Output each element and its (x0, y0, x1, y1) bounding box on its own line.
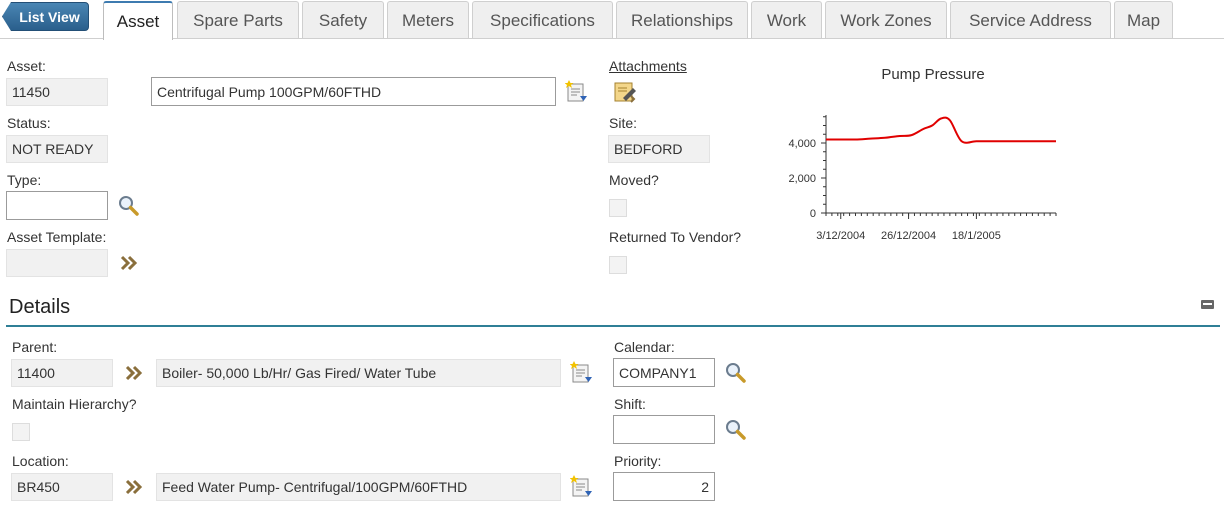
details-section-divider (6, 325, 1220, 327)
shift-label: Shift: (614, 396, 646, 412)
parent-label: Parent: (12, 339, 58, 355)
priority-label: Priority: (614, 453, 662, 469)
shift-field[interactable] (613, 415, 715, 444)
chart-x-tick-label: 3/12/2004 (816, 230, 865, 242)
returned-to-vendor-label: Returned To Vendor? (609, 229, 742, 245)
magnifier-icon[interactable] (118, 195, 140, 217)
detail-menu-icon[interactable] (565, 80, 589, 104)
list-view-button[interactable]: List View (2, 2, 89, 31)
tab-spare-parts[interactable]: Spare Parts (177, 1, 299, 39)
maintain-hierarchy-checkbox[interactable] (12, 423, 30, 441)
double-chevron-right-icon[interactable] (124, 364, 144, 382)
chart-y-tick-label: 0 (810, 208, 816, 220)
details-section-title: Details (9, 296, 71, 318)
chart-x-tick-label: 18/1/2005 (952, 230, 1001, 242)
status-field[interactable]: NOT READY (6, 135, 108, 163)
magnifier-icon[interactable] (725, 362, 747, 384)
location-description-field[interactable]: Feed Water Pump- Centrifugal/100GPM/60FT… (156, 473, 561, 501)
asset-template-field[interactable] (6, 249, 108, 277)
site-field[interactable]: BEDFORD (608, 135, 710, 163)
tab-meters[interactable]: Meters (387, 1, 469, 39)
asset-label: Asset: (7, 58, 46, 74)
parent-field[interactable]: 11400 (11, 359, 113, 387)
priority-field[interactable]: 2 (613, 472, 715, 501)
tab-work[interactable]: Work (751, 1, 822, 39)
double-chevron-right-icon[interactable] (119, 254, 139, 272)
tab-bar: List View Asset Spare Parts Safety Meter… (0, 0, 1224, 40)
chart-y-tick-label: 4,000 (788, 138, 816, 150)
chart-y-tick-label: 2,000 (788, 173, 816, 185)
moved-label: Moved? (609, 172, 659, 188)
chart-x-tick-label: 26/12/2004 (881, 230, 936, 242)
parent-description-field[interactable]: Boiler- 50,000 Lb/Hr/ Gas Fired/ Water T… (156, 359, 561, 387)
type-field[interactable] (6, 191, 108, 220)
type-label: Type: (7, 172, 42, 188)
site-label: Site: (609, 115, 638, 131)
status-label: Status: (7, 115, 51, 131)
chart-title: Pump Pressure (881, 66, 985, 83)
location-field[interactable]: BR450 (11, 473, 113, 501)
pump-pressure-chart: 0 2,000 4,000 3/12/2004 26/12/2004 18/1/2005 (788, 115, 1057, 242)
returned-to-vendor-checkbox[interactable] (609, 256, 627, 274)
chart-series-line (825, 116, 1056, 144)
tab-safety[interactable]: Safety (302, 1, 384, 39)
calendar-field[interactable]: COMPANY1 (613, 358, 715, 387)
location-label: Location: (12, 453, 69, 469)
maintain-hierarchy-label: Maintain Hierarchy? (12, 396, 137, 412)
collapse-section-icon[interactable] (1201, 300, 1214, 309)
double-chevron-right-icon[interactable] (124, 478, 144, 496)
moved-checkbox[interactable] (609, 199, 627, 217)
tab-service-address[interactable]: Service Address (950, 1, 1111, 39)
tab-map[interactable]: Map (1114, 1, 1173, 39)
asset-template-label: Asset Template: (7, 229, 107, 245)
tab-asset[interactable]: Asset (103, 1, 173, 40)
asset-description-field[interactable]: Centrifugal Pump 100GPM/60FTHD (151, 77, 556, 106)
detail-menu-icon[interactable] (570, 361, 594, 385)
magnifier-icon[interactable] (725, 419, 747, 441)
attachments-link[interactable]: Attachments (609, 58, 687, 74)
tab-specifications[interactable]: Specifications (472, 1, 613, 39)
calendar-label: Calendar: (614, 339, 675, 355)
tab-relationships[interactable]: Relationships (616, 1, 748, 39)
attachments-icon[interactable] (613, 80, 639, 104)
detail-menu-icon[interactable] (570, 475, 594, 499)
tab-work-zones[interactable]: Work Zones (825, 1, 947, 39)
tab-bar-divider (0, 38, 1224, 39)
asset-number-field[interactable]: 11450 (6, 78, 108, 106)
